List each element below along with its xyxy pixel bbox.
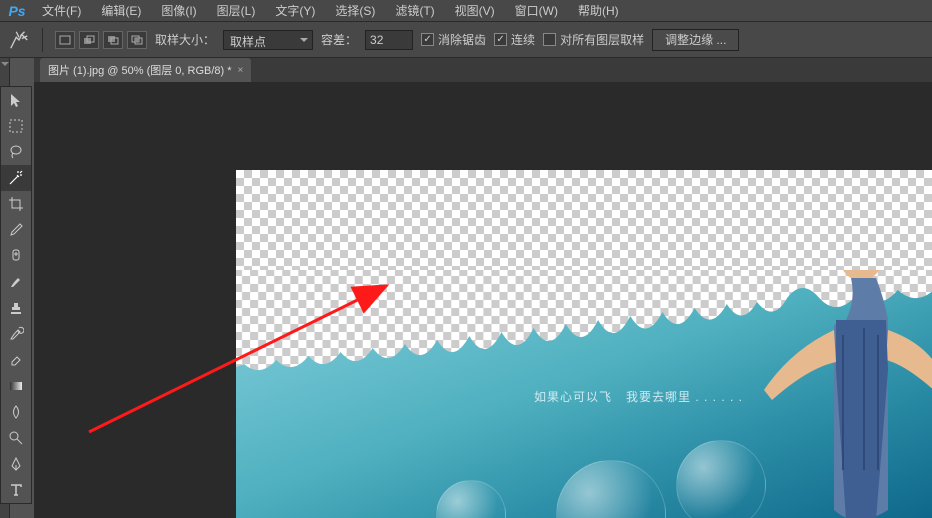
menu-edit[interactable]: 编辑(E) xyxy=(91,0,151,22)
selection-new-icon[interactable] xyxy=(55,31,75,49)
current-tool-icon[interactable] xyxy=(8,29,30,51)
brush-tool-icon[interactable] xyxy=(1,269,31,295)
canvas-area[interactable]: 如果心可以飞 我要去哪里 . . . . . . xyxy=(34,82,932,518)
document-tab-bar: 图片 (1).jpg @ 50% (图层 0, RGB/8) * × xyxy=(34,58,932,82)
contiguous-checkbox[interactable] xyxy=(494,33,507,46)
gradient-tool-icon[interactable] xyxy=(1,373,31,399)
lasso-tool-icon[interactable] xyxy=(1,139,31,165)
close-icon[interactable]: × xyxy=(238,65,244,76)
type-tool-icon[interactable] xyxy=(1,477,31,503)
menu-select[interactable]: 选择(S) xyxy=(325,0,385,22)
move-tool-icon[interactable] xyxy=(1,87,31,113)
contiguous-label: 连续 xyxy=(511,31,535,48)
document-tab-title: 图片 (1).jpg @ 50% (图层 0, RGB/8) * xyxy=(48,62,232,78)
menu-view[interactable]: 视图(V) xyxy=(445,0,505,22)
selection-intersect-icon[interactable] xyxy=(127,31,147,49)
menu-image[interactable]: 图像(I) xyxy=(151,0,206,22)
stamp-tool-icon[interactable] xyxy=(1,295,31,321)
image-layer: 如果心可以飞 我要去哪里 . . . . . . xyxy=(236,270,932,518)
history-brush-tool-icon[interactable] xyxy=(1,321,31,347)
selection-subtract-icon[interactable] xyxy=(103,31,123,49)
menu-file[interactable]: 文件(F) xyxy=(32,0,91,22)
menu-filter[interactable]: 滤镜(T) xyxy=(385,0,444,22)
magic-wand-tool-icon[interactable] xyxy=(1,165,31,191)
tolerance-input[interactable] xyxy=(365,30,413,50)
document-canvas[interactable]: 如果心可以飞 我要去哪里 . . . . . . xyxy=(236,170,932,518)
eyedropper-tool-icon[interactable] xyxy=(1,217,31,243)
pen-tool-icon[interactable] xyxy=(1,451,31,477)
document-tab[interactable]: 图片 (1).jpg @ 50% (图层 0, RGB/8) * × xyxy=(40,58,251,82)
canvas-text-2: 我要去哪里 . . . . . . xyxy=(626,388,743,405)
menu-type[interactable]: 文字(Y) xyxy=(265,0,325,22)
eraser-tool-icon[interactable] xyxy=(1,347,31,373)
workspace-container: 图片 (1).jpg @ 50% (图层 0, RGB/8) * × xyxy=(34,58,932,518)
tolerance-label: 容差： xyxy=(321,31,357,48)
selection-add-icon[interactable] xyxy=(79,31,99,49)
sample-size-dropdown[interactable]: 取样点 xyxy=(223,30,313,50)
blur-tool-icon[interactable] xyxy=(1,399,31,425)
menu-bar: Ps 文件(F) 编辑(E) 图像(I) 图层(L) 文字(Y) 选择(S) 滤… xyxy=(0,0,932,22)
toolbox xyxy=(0,86,32,504)
crop-tool-icon[interactable] xyxy=(1,191,31,217)
options-bar: 取样大小： 取样点 容差： 消除锯齿 连续 对所有图层取样 调整边缘 ... xyxy=(0,22,932,58)
menu-layer[interactable]: 图层(L) xyxy=(207,0,266,22)
separator xyxy=(42,28,43,52)
marquee-tool-icon[interactable] xyxy=(1,113,31,139)
anti-alias-label: 消除锯齿 xyxy=(438,31,486,48)
sample-size-label: 取样大小： xyxy=(155,31,215,48)
all-layers-checkbox[interactable] xyxy=(543,33,556,46)
app-logo: Ps xyxy=(6,2,28,20)
dodge-tool-icon[interactable] xyxy=(1,425,31,451)
figure-illustration xyxy=(746,270,932,518)
menu-window[interactable]: 窗口(W) xyxy=(505,0,568,22)
menu-help[interactable]: 帮助(H) xyxy=(568,0,629,22)
canvas-text-1: 如果心可以飞 xyxy=(534,388,612,405)
refine-edge-button[interactable]: 调整边缘 ... xyxy=(652,29,739,51)
selection-mode-group xyxy=(55,31,147,49)
anti-alias-checkbox[interactable] xyxy=(421,33,434,46)
healing-brush-tool-icon[interactable] xyxy=(1,243,31,269)
all-layers-label: 对所有图层取样 xyxy=(560,31,644,48)
